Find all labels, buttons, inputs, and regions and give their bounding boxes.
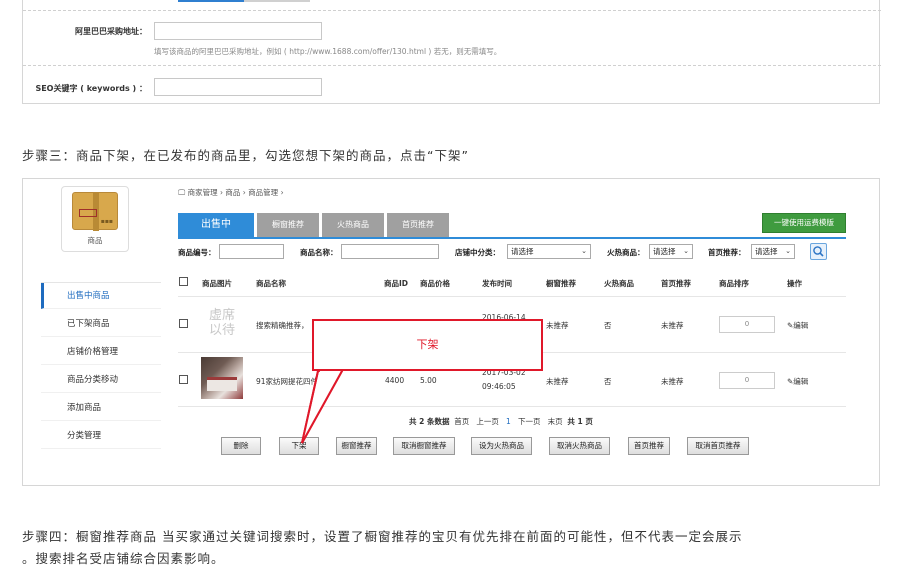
hot-label: 火热商品：	[607, 248, 645, 257]
header-hot: 火热商品	[604, 279, 634, 288]
top-tab-inactive[interactable]	[244, 0, 310, 2]
divider	[23, 65, 881, 66]
header-rank: 商品排序	[719, 279, 749, 288]
callout-pointer-mask	[301, 370, 343, 444]
home-label: 首页推荐：	[708, 248, 746, 257]
edit-link[interactable]: ✎编辑	[787, 320, 808, 331]
header-name: 商品名称	[256, 279, 286, 288]
package-icon: ▪▪▪	[72, 192, 118, 231]
logo-label: 商品	[87, 236, 103, 245]
header-window: 橱窗推荐	[546, 279, 576, 288]
hot-status: 否	[604, 377, 612, 386]
header-image: 商品图片	[202, 279, 232, 288]
tab-hot-goods[interactable]: 火热商品	[322, 213, 384, 237]
header-price: 商品价格	[420, 279, 450, 288]
seo-keywords-input[interactable]	[154, 78, 322, 96]
step4-line1: 步骤四：橱窗推荐商品 当买家通过关键词搜索时，设置了橱窗推荐的宝贝有优先排在前面…	[22, 529, 743, 544]
home-status: 未推荐	[661, 321, 684, 330]
header-time: 发布时间	[482, 279, 512, 288]
category-select[interactable]: 请选择 ⌄	[507, 244, 591, 259]
apply-shipping-template-button[interactable]: 一键使用运费模版	[762, 213, 846, 233]
product-photo	[201, 357, 243, 399]
top-form-panel: 阿里巴巴采购地址： 填写该商品的阿里巴巴采购地址，例如 ( http://www…	[22, 0, 881, 104]
code-input[interactable]	[219, 244, 284, 259]
chevron-down-icon: ⌄	[581, 247, 587, 255]
step3-text: 步骤三：商品下架，在已发布的商品里，勾选您想下架的商品，点击“下架”	[22, 148, 469, 163]
header-id: 商品ID	[384, 279, 409, 288]
hot-status: 否	[604, 321, 612, 330]
cancel-home-recommend-button[interactable]: 取消首页推荐	[687, 437, 749, 455]
tab-window-recommend[interactable]: 橱窗推荐	[257, 213, 319, 237]
rank-input[interactable]: 0	[719, 372, 775, 389]
name-input[interactable]	[341, 244, 439, 259]
hot-select[interactable]: 请选择 ⌄	[649, 244, 693, 259]
seo-label: SEO关键字 ( keywords ) ：	[35, 84, 147, 93]
home-recommend-button[interactable]: 首页推荐	[628, 437, 670, 455]
alibaba-url-input[interactable]	[154, 22, 322, 40]
home-status: 未推荐	[661, 377, 684, 386]
edit-link[interactable]: ✎编辑	[787, 376, 808, 387]
tab-on-sale[interactable]: 出售中	[178, 213, 254, 237]
category-label: 店铺中分类：	[455, 248, 500, 257]
chevron-down-icon: ⌄	[785, 247, 791, 255]
delete-button[interactable]: 删除	[221, 437, 261, 455]
divider	[178, 296, 846, 297]
pager-total: 共 1 页	[567, 417, 593, 426]
sidebar-item-price-management[interactable]: 店铺价格管理	[41, 339, 161, 365]
sidebar-item-on-sale[interactable]: 出售中商品	[41, 283, 161, 309]
alibaba-hint: 填写该商品的阿里巴巴采购地址，例如 ( http://www.1688.com/…	[154, 47, 502, 56]
header-home: 首页推荐	[661, 279, 691, 288]
step4-line2: 。搜索排名受店铺综合因素影响。	[22, 551, 225, 566]
tab-home-recommend[interactable]: 首页推荐	[387, 213, 449, 237]
select-all-checkbox[interactable]	[179, 277, 188, 286]
chevron-right-icon: ›	[280, 188, 284, 197]
row-checkbox[interactable]	[179, 319, 188, 328]
sidebar: ▪▪▪ 商品 出售中商品 已下架商品 店铺价格管理 商品分类移动 添加商品 分类…	[23, 179, 163, 485]
top-tab-active[interactable]	[178, 0, 244, 2]
alibaba-label: 阿里巴巴采购地址：	[75, 27, 147, 36]
divider	[23, 10, 881, 11]
breadcrumb-item[interactable]: 商品	[225, 188, 240, 197]
breadcrumb: 🖵 商家管理 › 商品 › 商品管理 ›	[178, 187, 284, 198]
search-icon	[813, 246, 824, 257]
code-label: 商品编号：	[178, 248, 216, 257]
goods-logo: ▪▪▪ 商品	[61, 186, 129, 252]
breadcrumb-item[interactable]: 商家管理	[188, 188, 218, 197]
placeholder-image: 虚席 以待	[208, 308, 235, 338]
search-button[interactable]	[810, 243, 827, 260]
header-action: 操作	[787, 279, 802, 288]
breadcrumb-item[interactable]: 商品管理	[248, 188, 278, 197]
chevron-down-icon: ⌄	[683, 247, 689, 255]
sidebar-item-add-goods[interactable]: 添加商品	[41, 395, 161, 421]
sidebar-item-off-shelf[interactable]: 已下架商品	[41, 311, 161, 337]
sidebar-item-category-move[interactable]: 商品分类移动	[41, 367, 161, 393]
monitor-icon: 🖵	[178, 188, 186, 197]
home-select[interactable]: 请选择 ⌄	[751, 244, 795, 259]
rank-input[interactable]: 0	[719, 316, 775, 333]
tab-underline	[178, 237, 846, 239]
name-label: 商品名称：	[300, 248, 338, 257]
row-checkbox[interactable]	[179, 375, 188, 384]
sidebar-item-category-management[interactable]: 分类管理	[41, 423, 161, 449]
